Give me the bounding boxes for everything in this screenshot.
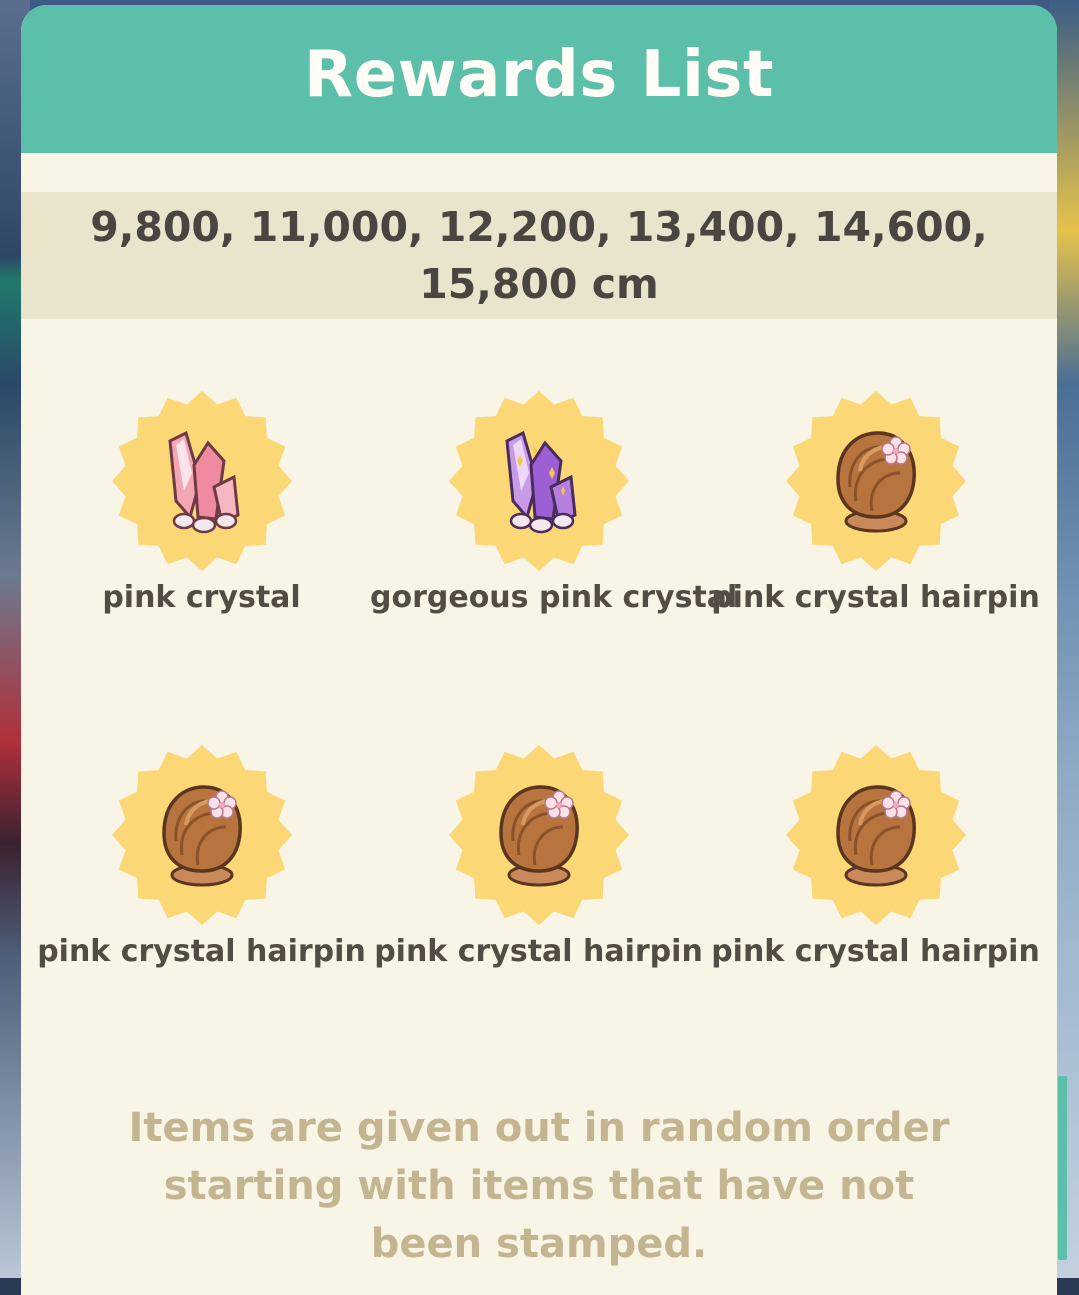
reward-item[interactable]: pink crystal hairpin bbox=[707, 390, 1044, 615]
panel-header: Rewards List bbox=[21, 5, 1057, 153]
reward-badge bbox=[448, 744, 630, 926]
reward-label: pink crystal hairpin bbox=[711, 580, 1040, 615]
footer-line-2: starting with items that have not bbox=[163, 1163, 915, 1209]
reward-item[interactable]: pink crystal hairpin bbox=[707, 744, 1044, 969]
pink-crystal-hairpin-icon bbox=[835, 431, 916, 533]
page-title: Rewards List bbox=[303, 38, 775, 112]
reward-label: pink crystal hairpin bbox=[37, 934, 366, 969]
reward-item[interactable]: pink crystal bbox=[33, 390, 370, 615]
distance-line-2: 15,800 cm bbox=[419, 259, 659, 308]
reward-item[interactable]: pink crystal hairpin bbox=[370, 744, 707, 969]
footer-line-3: been stamped. bbox=[370, 1221, 708, 1267]
reward-badge bbox=[785, 744, 967, 926]
reward-badge bbox=[785, 390, 967, 572]
distance-band: 9,800, 11,000, 12,200, 13,400, 14,600, 1… bbox=[21, 192, 1057, 319]
scrollbar[interactable] bbox=[1058, 1076, 1067, 1260]
distance-line-1: 9,800, 11,000, 12,200, 13,400, 14,600, bbox=[90, 202, 988, 251]
reward-label: pink crystal hairpin bbox=[711, 934, 1040, 969]
reward-label: pink crystal bbox=[102, 580, 301, 615]
reward-item[interactable]: gorgeous pink crystal bbox=[370, 390, 738, 615]
rewards-panel: Rewards List 9,800, 11,000, 12,200, 13,4… bbox=[21, 5, 1057, 1295]
reward-badge bbox=[111, 744, 293, 926]
footer-line-1: Items are given out in random order bbox=[128, 1105, 950, 1151]
reward-label: gorgeous pink crystal bbox=[370, 580, 738, 615]
gorgeous-pink-crystal-icon bbox=[504, 430, 577, 534]
reward-item[interactable]: pink crystal hairpin bbox=[33, 744, 370, 969]
pink-crystal-hairpin-icon bbox=[498, 785, 579, 887]
footer-note: Items are given out in random order star… bbox=[21, 1099, 1057, 1273]
pink-crystal-hairpin-icon bbox=[161, 785, 242, 887]
reward-label: pink crystal hairpin bbox=[374, 934, 703, 969]
pink-crystal-icon bbox=[167, 430, 240, 534]
pink-crystal-hairpin-icon bbox=[835, 785, 916, 887]
reward-badge bbox=[111, 390, 293, 572]
distance-milestones: 9,800, 11,000, 12,200, 13,400, 14,600, 1… bbox=[89, 199, 989, 313]
reward-badge bbox=[448, 390, 630, 572]
